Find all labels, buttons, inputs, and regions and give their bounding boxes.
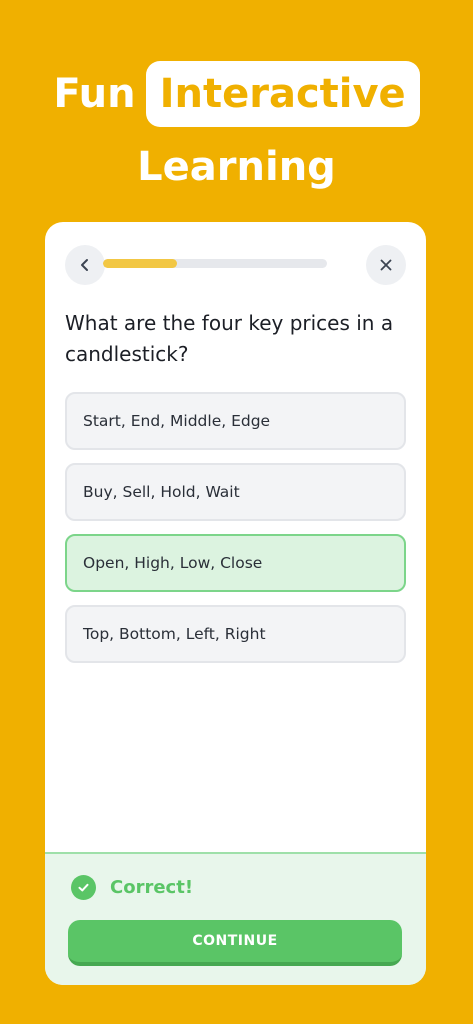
progress-bar [103,259,327,268]
chevron-left-icon [81,259,88,271]
answer-option-label: Top, Bottom, Left, Right [83,625,266,643]
answer-options: Start, End, Middle, Edge Buy, Sell, Hold… [65,392,406,676]
check-circle-icon [71,874,96,900]
close-icon [380,259,392,271]
promo-headline: Fun Interactive Learning [0,58,473,202]
headline-line-2: Learning [137,144,336,190]
answer-option-label: Start, End, Middle, Edge [83,412,271,430]
continue-button[interactable]: CONTINUE [68,920,402,966]
question-text: What are the four key prices in a candle… [65,311,394,366]
feedback-panel: Correct! CONTINUE [45,852,426,985]
answer-option-correct[interactable]: Open, High, Low, Close [65,534,406,592]
answer-option[interactable]: Top, Bottom, Left, Right [65,605,406,663]
headline-highlight: Interactive [145,61,420,127]
answer-option-label: Buy, Sell, Hold, Wait [83,483,240,501]
feedback-text: Correct! [110,876,194,898]
headline-word-fun: Fun [53,71,136,117]
back-button[interactable] [65,245,105,285]
answer-option-label: Open, High, Low, Close [83,554,263,572]
headline-line-1: Fun Interactive [0,58,473,130]
feedback-row: Correct! [71,874,193,900]
answer-option[interactable]: Start, End, Middle, Edge [65,392,406,450]
close-button[interactable] [366,245,406,285]
answer-option[interactable]: Buy, Sell, Hold, Wait [65,463,406,521]
quiz-card: What are the four key prices in a candle… [45,222,426,985]
checkmark-icon [78,883,89,891]
progress-fill [103,259,177,268]
